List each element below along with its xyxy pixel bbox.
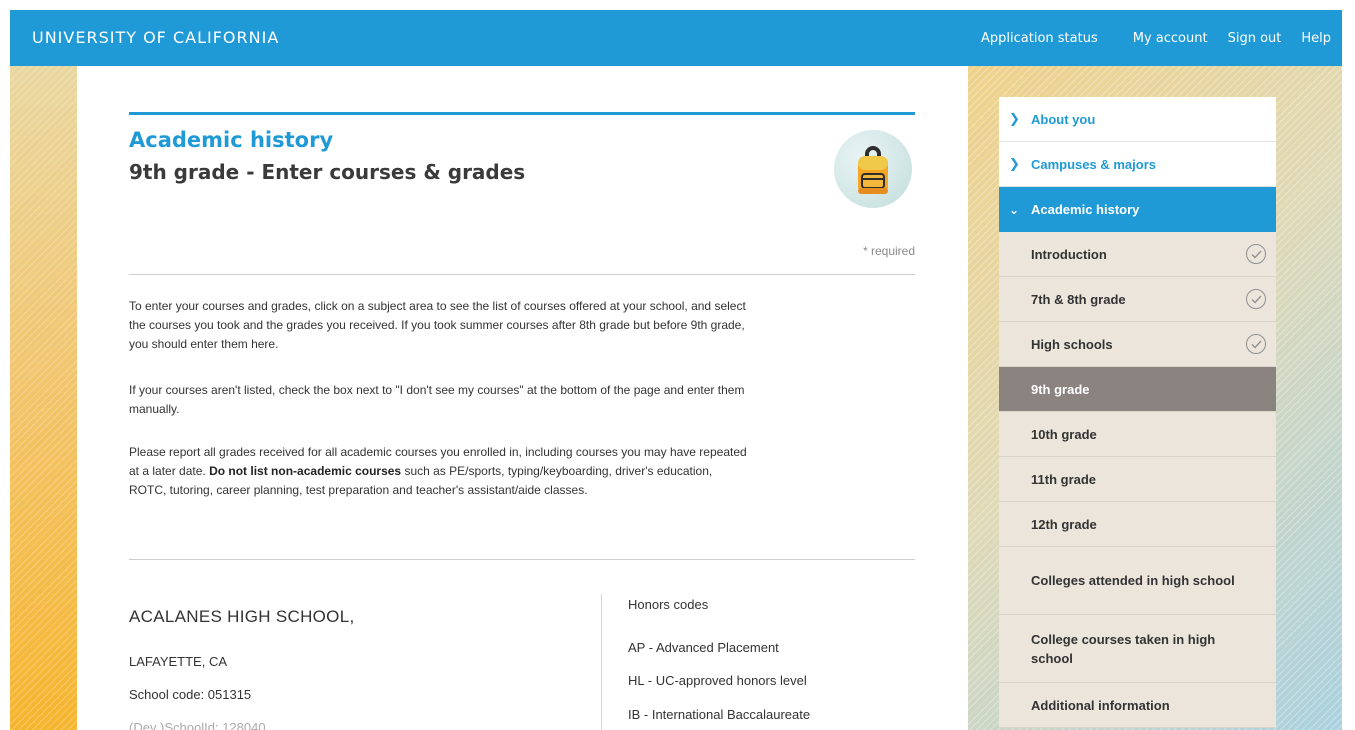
sidebar-item-label: Additional information [1031,697,1170,713]
top-nav: Application status My account Sign out H… [981,10,1342,66]
nav-application-status[interactable]: Application status [981,31,1098,46]
sidebar-item-label: High schools [1031,336,1113,352]
required-note: * required [862,244,915,258]
left-decorative-background [10,66,77,730]
vertical-divider [601,594,602,730]
school-name: ACALANES HIGH SCHOOL, [129,607,355,626]
honors-code-hl: HL - UC-approved honors level [628,673,807,688]
honors-code-ap: AP - Advanced Placement [628,640,779,655]
backpack-icon [834,130,912,208]
divider [129,274,915,275]
sidebar-item-7th-8th-grade[interactable]: 7th & 8th grade [999,277,1276,322]
sidebar-item-label: College courses taken in high school [1031,631,1216,666]
intro-paragraph-3-emphasis: Do not list non-academic courses [209,464,402,478]
checkmark-icon [1246,289,1266,309]
sidebar-section-label: About you [1031,111,1096,127]
honors-code-ib: IB - International Baccalaureate [628,707,811,722]
sidebar-item-label: 7th & 8th grade [1031,291,1126,307]
page-subtitle: 9th grade - Enter courses & grades [129,160,526,184]
sidebar-section-academic-history[interactable]: ⌄ Academic history [999,187,1276,232]
sidebar-item-additional-information[interactable]: Additional information [999,683,1276,728]
nav-sign-out[interactable]: Sign out [1228,31,1282,46]
sidebar-item-12th-grade[interactable]: 12th grade [999,502,1276,547]
sidebar-section-about-you[interactable]: ❯ About you [999,97,1276,142]
sidebar-item-label: 10th grade [1031,426,1097,442]
school-location: LAFAYETTE, CA [129,654,228,669]
chevron-right-icon: ❯ [1009,156,1020,171]
school-dev-id: (Dev )SchoolId: 128040 [129,720,266,730]
intro-paragraph-3: Please report all grades received for al… [129,443,749,500]
title-accent-rule [129,112,915,115]
school-code: School code: 051315 [129,687,252,702]
page-frame: UNIVERSITY OF CALIFORNIA Application sta… [0,0,1355,730]
sidebar-item-college-courses[interactable]: College courses taken in high school [999,615,1276,683]
sidebar-item-high-schools[interactable]: High schools [999,322,1276,367]
sidebar-section-label: Campuses & majors [1031,156,1156,172]
sidebar-item-10th-grade[interactable]: 10th grade [999,412,1276,457]
sidebar-item-colleges-attended[interactable]: Colleges attended in high school [999,547,1276,615]
divider [129,559,915,560]
intro-paragraph-2: If your courses aren't listed, check the… [129,383,745,416]
checkmark-icon [1246,244,1266,264]
sidebar-item-label: 12th grade [1031,516,1097,532]
nav-help[interactable]: Help [1301,31,1331,46]
page-title: Academic history [129,128,334,152]
sidebar-item-9th-grade[interactable]: 9th grade [999,367,1276,412]
main-content: Academic history 9th grade - Enter cours… [77,66,968,730]
progress-sidebar: ❯ About you ❯ Campuses & majors ⌄ Academ… [999,97,1276,728]
nav-my-account[interactable]: My account [1133,31,1208,46]
sidebar-item-label: 9th grade [1031,381,1090,397]
honors-codes-title: Honors codes [628,597,709,612]
sidebar-item-introduction[interactable]: Introduction [999,232,1276,277]
intro-paragraph-1: To enter your courses and grades, click … [129,299,746,351]
top-bar: UNIVERSITY OF CALIFORNIA Application sta… [10,10,1342,66]
sidebar-item-label: Introduction [1031,246,1107,262]
app-window: UNIVERSITY OF CALIFORNIA Application sta… [10,10,1342,730]
sidebar-section-campuses-majors[interactable]: ❯ Campuses & majors [999,142,1276,187]
chevron-right-icon: ❯ [1009,111,1020,126]
sidebar-item-11th-grade[interactable]: 11th grade [999,457,1276,502]
checkmark-icon [1246,334,1266,354]
sidebar-item-label: Colleges attended in high school [1031,573,1235,588]
brand-logo[interactable]: UNIVERSITY OF CALIFORNIA [32,10,279,66]
sidebar-item-label: 11th grade [1031,471,1097,487]
chevron-down-icon: ⌄ [1009,202,1020,217]
sidebar-section-label: Academic history [1031,202,1140,217]
